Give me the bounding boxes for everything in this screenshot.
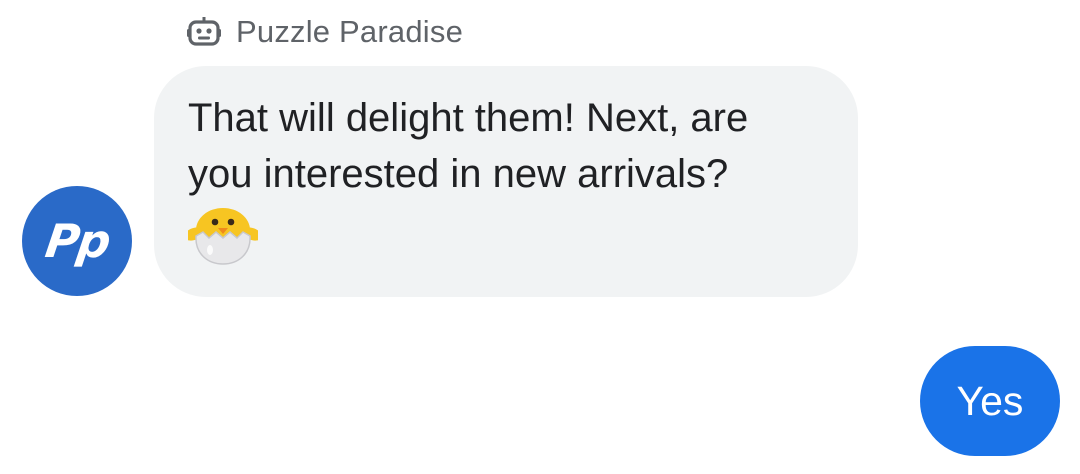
yes-reply-label: Yes — [956, 377, 1024, 424]
yes-reply-button[interactable]: Yes — [920, 346, 1060, 456]
chat-thread: Puzzle Paradise Pp That will delight the… — [0, 0, 1080, 474]
message-line-2: you interested in new arrivals? — [188, 152, 729, 196]
incoming-message-text: That will delight them! Next, are you in… — [188, 90, 824, 202]
incoming-message-bubble: That will delight them! Next, are you in… — [154, 66, 858, 297]
bot-icon — [186, 14, 222, 50]
hatching-chick-emoji — [184, 202, 262, 266]
message-line-1: That will delight them! Next, are — [188, 96, 749, 140]
avatar: Pp — [22, 186, 132, 296]
sender-header: Puzzle Paradise — [186, 14, 463, 50]
sender-name: Puzzle Paradise — [236, 14, 464, 49]
avatar-initials: Pp — [41, 214, 113, 268]
